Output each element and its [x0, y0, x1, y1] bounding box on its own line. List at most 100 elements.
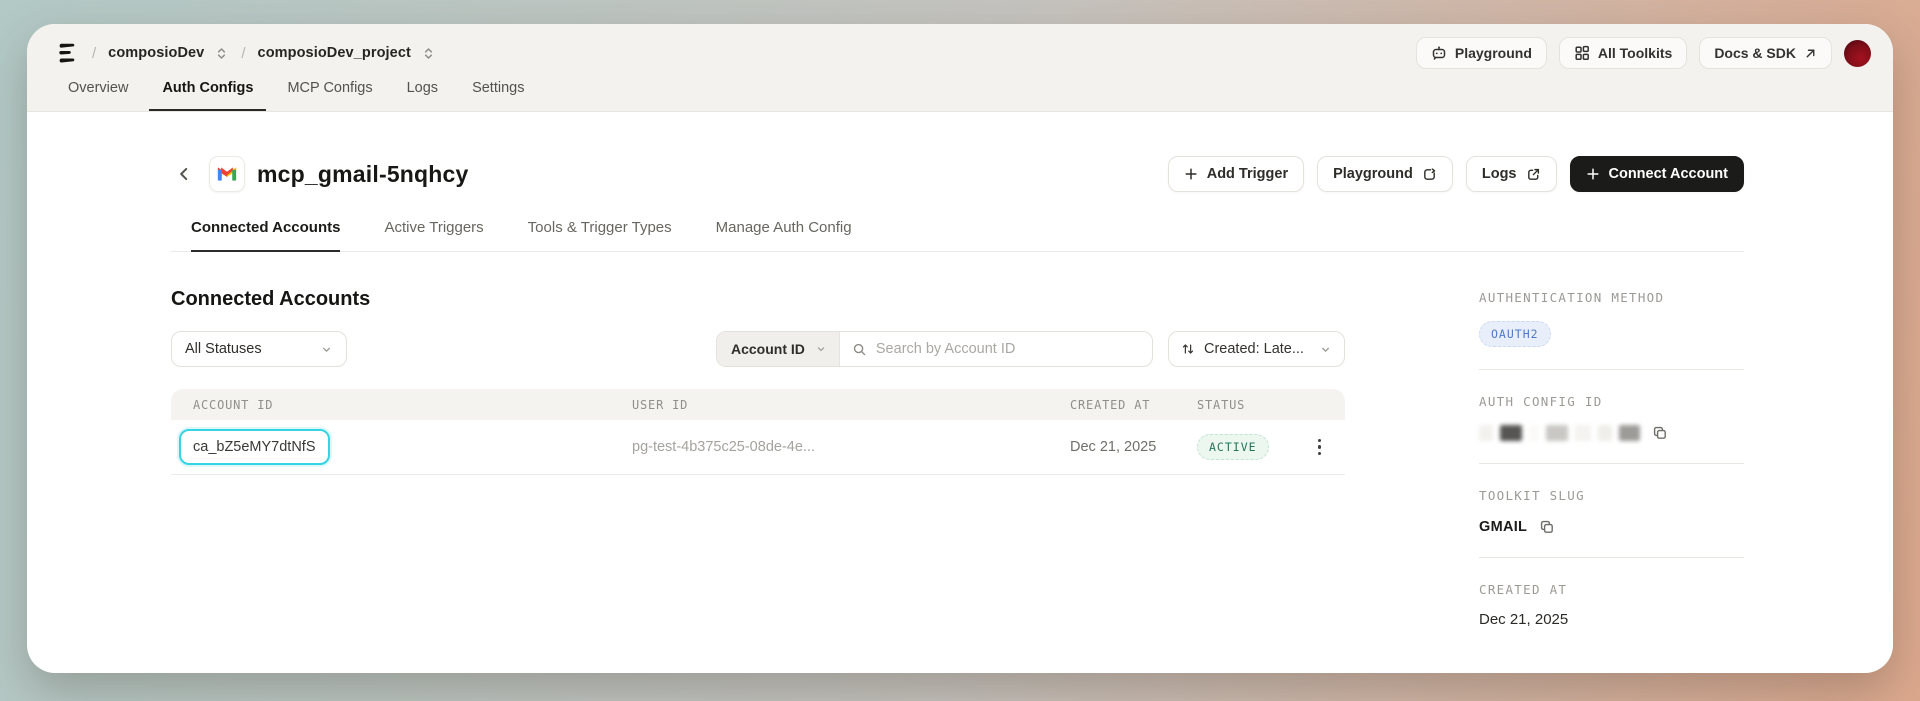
auth-config-title-row: mcp_gmail-5nqhcy Add Trigger Playground … [171, 156, 1744, 192]
column-status: STATUS [1197, 397, 1246, 412]
gmail-toolkit-icon [209, 156, 245, 192]
section-heading: Connected Accounts [171, 288, 371, 310]
table-row[interactable]: ca_bZ5eMY7dtNfS pg-test-4b375c25-08de-4e… [171, 420, 1345, 475]
sort-value: Created: Late... [1204, 341, 1304, 357]
auth-method-badge: OAUTH2 [1479, 321, 1551, 347]
org-switcher-icon[interactable] [214, 46, 229, 61]
user-id-cell: pg-test-4b375c25-08de-4e... [632, 439, 815, 455]
column-user-id: USER ID [632, 397, 689, 412]
plus-icon [1184, 167, 1198, 181]
connected-accounts-table: ACCOUNT ID USER ID CREATED AT STATUS ca_… [171, 389, 1345, 475]
header-actions: Playground All Toolkits Docs & SDK [1415, 37, 1871, 69]
breadcrumb-project[interactable]: composioDev_project [258, 45, 411, 61]
divider [1479, 463, 1744, 464]
app-window: / composioDev / composioDev_project Play… [27, 24, 1893, 673]
created-at-label: CREATED AT [1479, 582, 1568, 597]
search-field-select[interactable]: Account ID [717, 332, 840, 366]
status-cell: ACTIVE [1175, 434, 1290, 460]
status-filter-value: All Statuses [185, 341, 262, 357]
tab-tools-trigger-types[interactable]: Tools & Trigger Types [528, 219, 672, 252]
tab-label: Logs [406, 80, 439, 96]
tab-mcp-configs[interactable]: MCP Configs [274, 74, 385, 111]
project-nav-tabs: Overview Auth Configs MCP Configs Logs S… [53, 74, 1871, 111]
chevron-down-icon [815, 343, 827, 355]
playground-box-icon [1422, 167, 1437, 182]
created-at-cell: Dec 21, 2025 [1070, 439, 1157, 455]
breadcrumb-org[interactable]: composioDev [108, 45, 204, 61]
connect-account-label: Connect Account [1608, 166, 1729, 182]
composio-logo-icon[interactable] [53, 40, 80, 67]
tab-overview[interactable]: Overview [55, 74, 141, 111]
bot-icon [1431, 45, 1447, 61]
add-trigger-button[interactable]: Add Trigger [1167, 156, 1305, 192]
status-filter-select[interactable]: All Statuses [171, 331, 347, 367]
tab-manage-auth-config[interactable]: Manage Auth Config [716, 219, 852, 252]
grid-icon [1574, 45, 1590, 61]
filters-row: All Statuses Account ID Search by Accoun… [171, 331, 1345, 367]
external-link-icon [1526, 167, 1541, 182]
playground-button[interactable]: Playground [1317, 156, 1453, 192]
all-toolkits-label: All Toolkits [1597, 45, 1673, 61]
logs-button[interactable]: Logs [1465, 156, 1557, 192]
status-badge: ACTIVE [1197, 434, 1269, 460]
tab-label: MCP Configs [287, 80, 373, 96]
divider [1479, 369, 1744, 370]
tab-active-triggers[interactable]: Active Triggers [384, 219, 483, 252]
auth-config-id-redacted [1479, 425, 1640, 441]
app-header: / composioDev / composioDev_project Play… [27, 24, 1893, 112]
auth-config-actions: Add Trigger Playground Logs Connect Acco… [1167, 156, 1744, 192]
auth-config-id-label: AUTH CONFIG ID [1479, 394, 1603, 409]
created-at-value: Dec 21, 2025 [1479, 611, 1569, 628]
tab-connected-accounts[interactable]: Connected Accounts [191, 219, 341, 252]
sort-select[interactable]: Created: Late... [1168, 331, 1345, 367]
toolkit-slug-label: TOOLKIT SLUG [1479, 488, 1585, 503]
click-highlight[interactable]: ca_bZ5eMY7dtNfS [179, 429, 330, 465]
logs-label: Logs [1481, 166, 1517, 182]
tab-logs[interactable]: Logs [394, 74, 451, 111]
docs-sdk-button[interactable]: Docs & SDK [1699, 37, 1832, 69]
plus-icon [1586, 167, 1600, 181]
playground-nav-button[interactable]: Playground [1415, 37, 1547, 69]
docs-sdk-label: Docs & SDK [1714, 45, 1796, 61]
toolkit-slug-value: GMAIL [1479, 519, 1528, 535]
tab-label: Settings [472, 80, 525, 96]
breadcrumb-separator: / [241, 44, 246, 62]
copy-icon[interactable] [1539, 519, 1555, 535]
playground-label: Playground [1333, 166, 1413, 182]
tab-settings[interactable]: Settings [459, 74, 537, 111]
copy-icon[interactable] [1652, 425, 1668, 441]
all-toolkits-button[interactable]: All Toolkits [1558, 37, 1688, 69]
tab-label: Overview [68, 80, 129, 96]
arrow-up-right-icon [1804, 47, 1817, 60]
search-group: Account ID [716, 331, 1153, 367]
back-button[interactable] [171, 161, 197, 187]
page-title: mcp_gmail-5nqhcy [257, 160, 469, 187]
table-header: ACCOUNT ID USER ID CREATED AT STATUS [171, 389, 1345, 420]
search-field-value: Account ID [731, 341, 805, 357]
page-content: mcp_gmail-5nqhcy Add Trigger Playground … [27, 156, 1893, 628]
account-id-cell[interactable]: ca_bZ5eMY7dtNfS [171, 429, 610, 465]
connect-account-button[interactable]: Connect Account [1569, 156, 1744, 192]
auth-config-detail-tabs: Connected Accounts Active Triggers Tools… [171, 219, 1744, 252]
add-trigger-label: Add Trigger [1206, 166, 1289, 182]
auth-method-label: AUTHENTICATION METHOD [1479, 290, 1665, 305]
connected-accounts-panel: Connected Accounts All Statuses Account … [171, 288, 1345, 628]
divider [1479, 557, 1744, 558]
kebab-menu-icon[interactable] [1314, 435, 1326, 460]
search-input-wrap [840, 332, 1152, 366]
sort-arrows-icon [1181, 342, 1195, 356]
breadcrumb: / composioDev / composioDev_project Play… [53, 24, 1871, 74]
user-avatar[interactable] [1844, 39, 1871, 67]
tab-label: Auth Configs [162, 80, 254, 96]
row-actions-cell [1290, 435, 1345, 460]
chevron-down-icon [320, 343, 333, 356]
tab-auth-configs[interactable]: Auth Configs [149, 74, 267, 111]
search-input[interactable] [875, 341, 1140, 357]
search-icon [852, 342, 867, 357]
breadcrumb-separator: / [92, 44, 97, 62]
chevron-down-icon [1319, 343, 1332, 356]
column-account-id: ACCOUNT ID [193, 397, 274, 412]
column-created-at: CREATED AT [1070, 397, 1151, 412]
playground-nav-label: Playground [1454, 45, 1532, 61]
project-switcher-icon[interactable] [421, 46, 436, 61]
